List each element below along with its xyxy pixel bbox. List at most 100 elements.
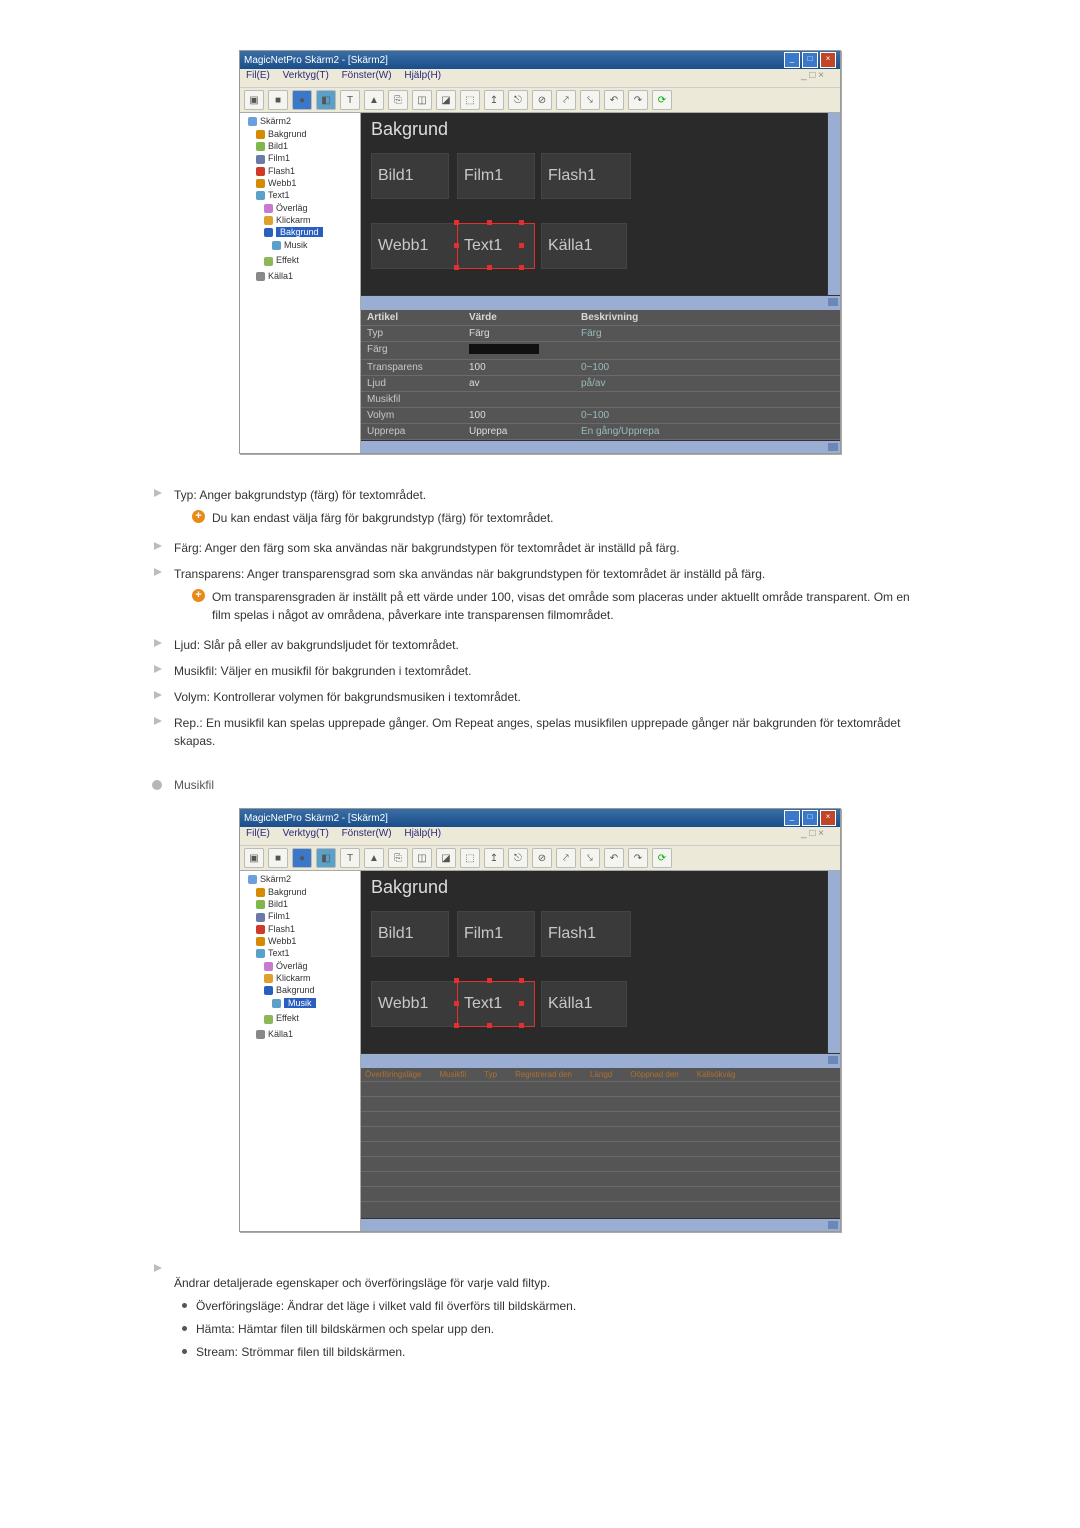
canvas[interactable]: Bakgrund Bild1 Film1 Flash1 Webb1 Text1 … bbox=[361, 871, 827, 1053]
tool-icon[interactable]: ▲ bbox=[364, 90, 384, 110]
tree-item[interactable]: Överläg bbox=[276, 961, 308, 971]
tree-root[interactable]: Skärm2 bbox=[260, 116, 291, 126]
tool-icon[interactable]: ↶ bbox=[604, 90, 624, 110]
tool-icon[interactable]: ↥ bbox=[484, 848, 504, 868]
tree-item[interactable]: Klickarm bbox=[276, 215, 311, 225]
tree-panel[interactable]: Skärm2 Bakgrund Bild1 Film1 Flash1 Webb1… bbox=[240, 113, 361, 453]
tree-panel[interactable]: Skärm2 Bakgrund Bild1 Film1 Flash1 Webb1… bbox=[240, 871, 361, 1231]
tree-item-selected[interactable]: Bakgrund bbox=[276, 227, 323, 237]
canvas-block[interactable]: Bild1 bbox=[371, 153, 449, 199]
scrollbar-h[interactable] bbox=[361, 295, 840, 308]
tree-item[interactable]: Bild1 bbox=[268, 899, 288, 909]
menu-help[interactable]: Hjälp(H) bbox=[404, 70, 441, 81]
prop-value[interactable] bbox=[463, 342, 575, 359]
close-icon[interactable]: × bbox=[820, 52, 836, 68]
tool-icon[interactable]: ◫ bbox=[412, 90, 432, 110]
menu-window[interactable]: Fönster(W) bbox=[342, 828, 392, 839]
tool-icon[interactable]: ⤤ bbox=[556, 90, 576, 110]
tool-icon[interactable]: ⎋ bbox=[508, 848, 528, 868]
minimize-icon[interactable]: _ bbox=[784, 52, 800, 68]
maximize-icon[interactable]: □ bbox=[802, 810, 818, 826]
tree-item[interactable]: Webb1 bbox=[268, 936, 296, 946]
tree-item[interactable]: Webb1 bbox=[268, 178, 296, 188]
canvas-block[interactable]: Flash1 bbox=[541, 911, 631, 957]
tool-icon[interactable]: ⤥ bbox=[580, 90, 600, 110]
maximize-icon[interactable]: □ bbox=[802, 52, 818, 68]
tool-icon[interactable]: ⎘ bbox=[388, 90, 408, 110]
tree-root[interactable]: Skärm2 bbox=[260, 874, 291, 884]
tree-item[interactable]: Bakgrund bbox=[268, 129, 307, 139]
tree-item[interactable]: Text1 bbox=[268, 190, 290, 200]
tree-item-selected[interactable]: Musik bbox=[284, 998, 316, 1008]
scrollbar-v[interactable] bbox=[827, 113, 840, 295]
tool-icon[interactable]: ◫ bbox=[412, 848, 432, 868]
tree-item[interactable]: Film1 bbox=[268, 911, 290, 921]
tool-icon[interactable]: ⬚ bbox=[460, 90, 480, 110]
tool-icon[interactable]: ■ bbox=[268, 848, 288, 868]
tree-item[interactable]: Överläg bbox=[276, 203, 308, 213]
tool-icon[interactable]: ↷ bbox=[628, 848, 648, 868]
tool-icon[interactable]: ▣ bbox=[244, 90, 264, 110]
tool-icon[interactable]: ⤤ bbox=[556, 848, 576, 868]
tool-icon[interactable]: ↥ bbox=[484, 90, 504, 110]
tool-icon[interactable]: ⎋ bbox=[508, 90, 528, 110]
menu-file[interactable]: Fil(E) bbox=[246, 828, 270, 839]
tool-icon[interactable]: ⊘ bbox=[532, 90, 552, 110]
canvas-block[interactable]: Flash1 bbox=[541, 153, 631, 199]
tool-icon[interactable]: ⬚ bbox=[460, 848, 480, 868]
menu-window[interactable]: Fönster(W) bbox=[342, 70, 392, 81]
canvas[interactable]: Bakgrund Bild1 Film1 Flash1 Webb1 Text1 … bbox=[361, 113, 827, 295]
tool-icon[interactable]: ↶ bbox=[604, 848, 624, 868]
scrollbar-h[interactable] bbox=[361, 1218, 840, 1231]
menubar[interactable]: Fil(E) Verktyg(T) Fönster(W) Hjälp(H) _ … bbox=[240, 69, 840, 88]
tool-icon[interactable]: T bbox=[340, 90, 360, 110]
tree-item[interactable]: Källa1 bbox=[268, 271, 293, 281]
tool-icon[interactable]: ⎘ bbox=[388, 848, 408, 868]
tool-icon[interactable]: ● bbox=[292, 848, 312, 868]
tool-icon[interactable]: ⟳ bbox=[652, 90, 672, 110]
scrollbar-h[interactable] bbox=[361, 1053, 840, 1066]
canvas-block[interactable]: Källa1 bbox=[541, 223, 627, 269]
prop-value[interactable] bbox=[463, 392, 575, 407]
canvas-block[interactable]: Källa1 bbox=[541, 981, 627, 1027]
menu-help[interactable]: Hjälp(H) bbox=[404, 828, 441, 839]
tool-icon[interactable]: T bbox=[340, 848, 360, 868]
tool-icon[interactable]: ◪ bbox=[436, 848, 456, 868]
tree-item[interactable]: Flash1 bbox=[268, 166, 295, 176]
scrollbar-h[interactable] bbox=[361, 440, 840, 453]
prop-value[interactable]: 100 bbox=[463, 360, 575, 375]
tree-item[interactable]: Flash1 bbox=[268, 924, 295, 934]
menu-file[interactable]: Fil(E) bbox=[246, 70, 270, 81]
canvas-block[interactable]: Bild1 bbox=[371, 911, 449, 957]
menubar[interactable]: Fil(E) Verktyg(T) Fönster(W) Hjälp(H) _ … bbox=[240, 827, 840, 846]
tree-item[interactable]: Bakgrund bbox=[268, 887, 307, 897]
prop-value[interactable]: 100 bbox=[463, 408, 575, 423]
prop-value[interactable]: Färg bbox=[463, 326, 575, 341]
tool-icon[interactable]: ◪ bbox=[436, 90, 456, 110]
tree-item[interactable]: Effekt bbox=[276, 1013, 299, 1023]
tool-icon[interactable]: ⊘ bbox=[532, 848, 552, 868]
tree-item[interactable]: Bild1 bbox=[268, 141, 288, 151]
tool-icon[interactable]: ↷ bbox=[628, 90, 648, 110]
close-icon[interactable]: × bbox=[820, 810, 836, 826]
prop-value[interactable]: Upprepa bbox=[463, 424, 575, 439]
minimize-icon[interactable]: _ bbox=[784, 810, 800, 826]
canvas-block[interactable]: Webb1 bbox=[371, 981, 461, 1027]
tool-icon[interactable]: ⟳ bbox=[652, 848, 672, 868]
tree-item[interactable]: Källa1 bbox=[268, 1029, 293, 1039]
canvas-block[interactable]: Film1 bbox=[457, 911, 535, 957]
tool-icon[interactable]: ◧ bbox=[316, 90, 336, 110]
tool-icon[interactable]: ■ bbox=[268, 90, 288, 110]
menu-tools[interactable]: Verktyg(T) bbox=[283, 70, 329, 81]
menu-tools[interactable]: Verktyg(T) bbox=[283, 828, 329, 839]
tree-item[interactable]: Film1 bbox=[268, 153, 290, 163]
tree-item[interactable]: Bakgrund bbox=[276, 985, 315, 995]
color-swatch[interactable] bbox=[469, 344, 539, 354]
tree-item[interactable]: Text1 bbox=[268, 948, 290, 958]
tool-icon[interactable]: ⤥ bbox=[580, 848, 600, 868]
prop-value[interactable]: av bbox=[463, 376, 575, 391]
tool-icon[interactable]: ▲ bbox=[364, 848, 384, 868]
mdi-controls[interactable]: _ □ × bbox=[801, 70, 824, 81]
mdi-controls[interactable]: _ □ × bbox=[801, 828, 824, 839]
canvas-block[interactable]: Film1 bbox=[457, 153, 535, 199]
